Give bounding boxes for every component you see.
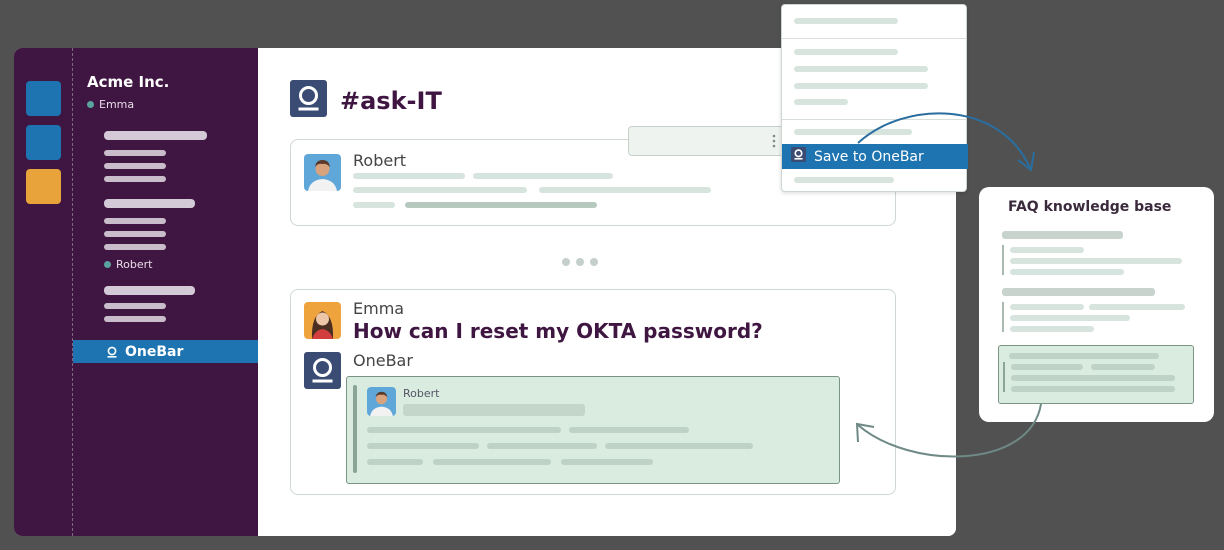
save-to-onebar-menu-item[interactable]: Save to OneBar — [782, 144, 968, 169]
faq-title: FAQ knowledge base — [1008, 199, 1172, 215]
sidebar-section-header[interactable] — [104, 286, 195, 295]
sidebar-item-label: OneBar — [125, 343, 184, 360]
quoted-text-line — [367, 443, 479, 449]
message-text-line — [353, 173, 465, 179]
menu-item[interactable] — [794, 177, 894, 183]
quoted-text-line — [367, 427, 561, 433]
workspace-name[interactable]: Acme Inc. — [87, 73, 169, 91]
onebar-logo-icon — [106, 346, 118, 358]
channel-title: #ask-IT — [340, 86, 442, 115]
onebar-logo-icon — [791, 147, 806, 166]
message-text-line — [405, 202, 597, 208]
sidebar-item[interactable] — [104, 244, 166, 250]
faq-highlighted-entry[interactable] — [998, 345, 1194, 404]
workspace-icon-2[interactable] — [26, 125, 61, 160]
sidebar-item[interactable] — [104, 218, 166, 224]
quoted-text-line — [487, 443, 597, 449]
channel-header: #ask-IT — [290, 80, 442, 121]
faq-text-line — [1010, 326, 1094, 332]
message-text-line — [539, 187, 711, 193]
current-user-name: Emma — [99, 98, 135, 111]
quoted-text-line — [403, 404, 585, 416]
menu-item[interactable] — [794, 49, 898, 55]
sidebar-dm-label: Robert — [116, 258, 153, 271]
faq-text-line — [1010, 304, 1084, 310]
workspace-icon-1[interactable] — [26, 81, 61, 116]
faq-text-line — [1010, 247, 1084, 253]
quoted-text-line — [569, 427, 689, 433]
avatar-robert — [367, 387, 396, 416]
quoted-text-line — [605, 443, 753, 449]
onebar-logo-icon — [304, 352, 341, 393]
faq-text-line — [1010, 258, 1182, 264]
menu-item[interactable] — [794, 99, 848, 105]
menu-item[interactable] — [794, 129, 912, 135]
avatar-robert — [304, 154, 341, 191]
menu-item[interactable] — [794, 66, 928, 72]
quoted-text-line — [367, 459, 423, 465]
sidebar-item[interactable] — [104, 316, 166, 322]
avatar-emma — [304, 302, 341, 339]
sidebar-dm-robert[interactable]: Robert — [104, 258, 152, 271]
message-context-menu: Save to OneBar — [781, 4, 968, 192]
message-text-line — [353, 202, 395, 208]
menu-item[interactable] — [794, 83, 928, 89]
vertical-ellipsis-icon[interactable] — [771, 133, 777, 153]
sidebar-item[interactable] — [104, 231, 166, 237]
sidebar-item[interactable] — [104, 163, 166, 169]
faq-knowledge-base-card: FAQ knowledge base — [979, 187, 1214, 422]
message-author[interactable]: OneBar — [353, 351, 413, 370]
menu-item[interactable] — [794, 18, 898, 24]
presence-dot-icon — [104, 261, 111, 268]
faq-text-line — [1010, 269, 1124, 275]
sidebar-item[interactable] — [104, 303, 166, 309]
sidebar-item[interactable] — [104, 176, 166, 182]
faq-text-line — [1089, 304, 1185, 310]
current-user-status: Emma — [87, 98, 134, 111]
sidebar-item-onebar[interactable]: OneBar — [73, 340, 259, 363]
message-author[interactable]: Robert — [353, 151, 406, 170]
workspace-icon-3[interactable] — [26, 169, 61, 204]
message-hover-toolbar[interactable] — [628, 126, 788, 156]
workspace-rail — [14, 48, 72, 536]
sidebar-section-header[interactable] — [104, 131, 207, 140]
message-text-line — [353, 187, 527, 193]
faq-text-line — [1010, 315, 1130, 321]
presence-dot-icon — [87, 101, 94, 108]
quoted-answer[interactable]: Robert — [346, 376, 840, 484]
sidebar-item[interactable] — [104, 150, 166, 156]
message-text: How can I reset my OKTA password? — [353, 319, 763, 343]
sidebar-section-header[interactable] — [104, 199, 195, 208]
quoted-author: Robert — [403, 387, 440, 400]
typing-indicator — [562, 258, 598, 266]
menu-item-label: Save to OneBar — [814, 148, 924, 165]
onebar-logo-icon — [290, 80, 327, 121]
quoted-text-line — [561, 459, 653, 465]
faq-heading — [1002, 231, 1123, 239]
faq-heading — [1002, 288, 1155, 296]
message-text-line — [473, 173, 613, 179]
message-author[interactable]: Emma — [353, 299, 404, 318]
quoted-text-line — [433, 459, 551, 465]
channel-sidebar: Acme Inc. Emma Robert OneBar — [72, 48, 259, 536]
